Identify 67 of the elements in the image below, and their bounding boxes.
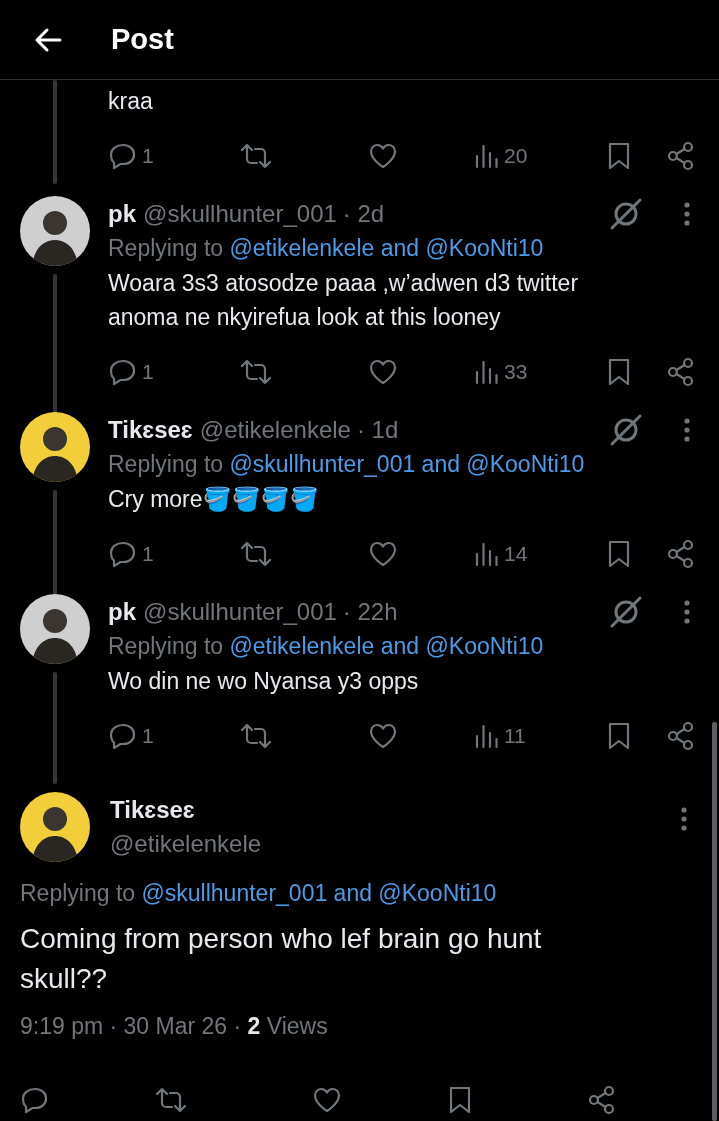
page-title: Post	[111, 23, 174, 56]
slashed-circle-icon[interactable]	[609, 197, 643, 231]
bookmark-icon[interactable]	[606, 721, 632, 751]
share-icon[interactable]	[666, 539, 696, 569]
share-icon[interactable]	[666, 357, 696, 387]
user-handle: @skullhunter_001	[143, 200, 337, 228]
speech-bubble-icon[interactable]	[108, 721, 138, 751]
reply-count: 1	[142, 724, 154, 748]
mention-link[interactable]: @etikelenkele and @KooNti10	[229, 235, 544, 261]
retweet-icon[interactable]	[240, 721, 272, 751]
heart-icon[interactable]	[312, 1085, 342, 1115]
bookmark-icon[interactable]	[606, 539, 632, 569]
share-icon[interactable]	[666, 721, 696, 751]
post-text: Woara 3s3 atosodze paaa ,w’adwen d3 twitter anoma ne nkyirefua look at this looney	[108, 269, 580, 332]
mention-link[interactable]: @etikelenkele and @KooNti10	[229, 633, 544, 659]
user-handle: @etikelenkele	[110, 830, 262, 858]
view-count: 11	[504, 724, 526, 748]
user-name[interactable]: pk	[108, 200, 136, 228]
replying-to-text: Replying to @skullhunter_001 and @KooNti10	[108, 451, 586, 478]
user-name[interactable]: pk	[108, 598, 136, 626]
heart-icon[interactable]	[368, 141, 398, 171]
user-name[interactable]: Tikɛseɛ	[108, 416, 193, 444]
post-text: Wo din ne wo Nyansa y3 opps	[108, 667, 420, 696]
share-icon[interactable]	[666, 141, 696, 171]
speech-bubble-icon[interactable]	[108, 357, 138, 387]
post-time: · 1d	[356, 416, 399, 444]
post-text: Cry more🪣🪣🪣🪣	[108, 485, 320, 514]
post-time: · 22h	[342, 598, 398, 626]
replying-to-text: Replying to @skullhunter_001 and @KooNti10	[20, 880, 498, 907]
bookmark-icon[interactable]	[606, 357, 632, 387]
mention-link[interactable]: @skullhunter_001 and @KooNti10	[141, 880, 497, 906]
post-meta: 9:19 pm · 30 Mar 26 · 2 Views	[20, 1013, 329, 1040]
more-icon[interactable]	[683, 599, 691, 625]
more-icon[interactable]	[680, 806, 688, 832]
user-handle: @etikelenkele	[199, 416, 351, 444]
reply-count: 1	[142, 542, 154, 566]
bookmark-icon[interactable]	[447, 1085, 473, 1115]
slashed-circle-icon[interactable]	[609, 595, 643, 629]
user-name[interactable]: Tikɛseɛ	[110, 796, 262, 824]
reply-count: 1	[142, 144, 154, 168]
bookmark-icon[interactable]	[606, 141, 632, 171]
post-text: Coming from person who lef brain go hunt skull??	[20, 922, 543, 996]
more-icon[interactable]	[683, 417, 691, 443]
speech-bubble-icon[interactable]	[108, 141, 138, 171]
scrollbar[interactable]	[712, 722, 717, 1121]
replying-to-text: Replying to @etikelenkele and @KooNti10	[108, 235, 545, 262]
replying-to-text: Replying to @etikelenkele and @KooNti10	[108, 633, 545, 660]
post-time: · 2d	[342, 200, 385, 228]
retweet-icon[interactable]	[240, 539, 272, 569]
retweet-icon[interactable]	[240, 357, 272, 387]
retweet-icon[interactable]	[155, 1085, 187, 1115]
retweet-icon[interactable]	[240, 141, 272, 171]
mention-link[interactable]: @skullhunter_001 and @KooNti10	[229, 451, 585, 477]
speech-bubble-icon[interactable]	[108, 539, 138, 569]
speech-bubble-icon[interactable]	[20, 1085, 50, 1115]
user-handle: @skullhunter_001	[143, 598, 337, 626]
heart-icon[interactable]	[368, 357, 398, 387]
more-icon[interactable]	[683, 201, 691, 227]
view-count: 14	[504, 542, 528, 566]
view-count: 33	[504, 360, 528, 384]
view-count: 20	[504, 144, 528, 168]
reply-count: 1	[142, 360, 154, 384]
heart-icon[interactable]	[368, 721, 398, 751]
share-icon[interactable]	[587, 1085, 617, 1115]
post-text: kraa	[108, 87, 154, 116]
heart-icon[interactable]	[368, 539, 398, 569]
slashed-circle-icon[interactable]	[609, 413, 643, 447]
